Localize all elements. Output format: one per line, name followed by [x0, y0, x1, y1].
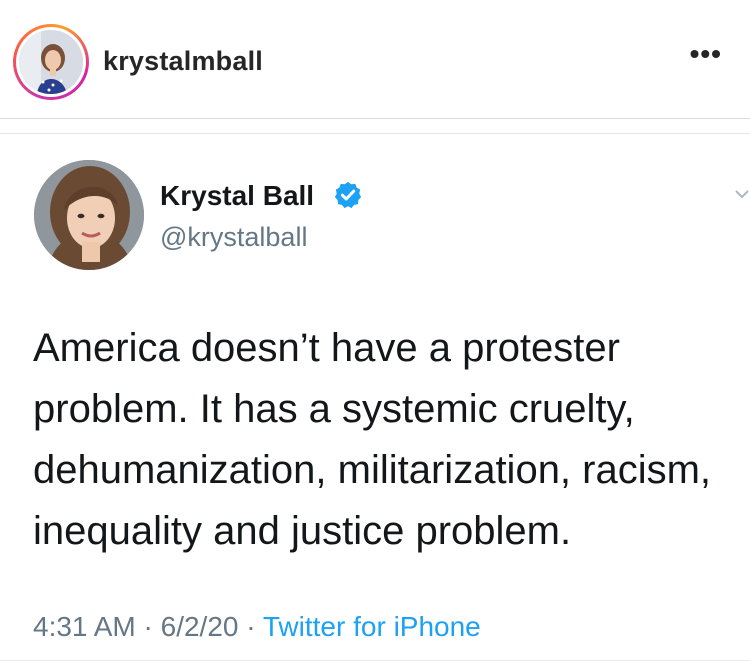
more-dots-icon[interactable]: •••	[690, 40, 722, 68]
profile-avatar-ring[interactable]	[13, 24, 89, 100]
tweet-text-line: dehumanization, militarization, racism,	[33, 448, 712, 492]
meta-separator: ·	[238, 611, 263, 642]
tweet-text-line: problem. It has a systemic cruelty,	[33, 387, 635, 431]
tweet-text: America doesn’t have a protester problem…	[33, 318, 748, 562]
instagram-post-header: krystalmball •••	[0, 0, 750, 118]
instagram-username[interactable]: krystalmball	[103, 46, 263, 77]
tweet-text-line: inequality and justice problem.	[33, 509, 572, 553]
tweet-bottom-divider	[0, 660, 750, 661]
tweet-source-link[interactable]: Twitter for iPhone	[263, 611, 481, 642]
tweet-metadata: 4:31 AM · 6/2/20 · Twitter for iPhone	[33, 611, 481, 643]
tweet-date[interactable]: 6/2/20	[161, 611, 239, 642]
meta-separator: ·	[135, 611, 161, 642]
tweet-author-handle[interactable]: @krystalball	[160, 222, 307, 253]
chevron-down-icon[interactable]	[734, 188, 750, 200]
profile-avatar-photo	[19, 30, 83, 94]
tweet-author-name[interactable]: Krystal Ball	[160, 180, 314, 212]
profile-avatar	[19, 30, 83, 94]
verified-badge-icon	[334, 181, 362, 209]
screenshot-top-edge	[0, 133, 750, 134]
profile-avatar-frame	[16, 27, 86, 97]
header-divider	[0, 118, 750, 119]
tweet-text-line: America doesn’t have a protester	[33, 326, 620, 370]
tweet-author-avatar[interactable]	[34, 160, 144, 270]
tweet-time[interactable]: 4:31 AM	[33, 611, 136, 642]
tweet-author-photo	[34, 160, 144, 270]
